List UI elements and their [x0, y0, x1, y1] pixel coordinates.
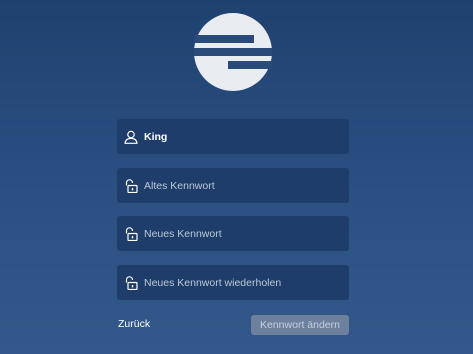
app-logo	[194, 13, 272, 91]
lock-icon	[123, 275, 138, 290]
back-link[interactable]: Zurück	[118, 318, 150, 330]
new-password-field[interactable]: Neues Kennwort	[117, 216, 349, 251]
old-password-placeholder: Altes Kennwort	[144, 179, 215, 192]
change-password-button[interactable]: Kennwort ändern	[251, 315, 349, 335]
username-field[interactable]: King	[117, 119, 349, 154]
user-icon	[123, 129, 138, 144]
repeat-password-field[interactable]: Neues Kennwort wiederholen	[117, 265, 349, 300]
new-password-placeholder: Neues Kennwort	[144, 227, 222, 240]
lock-icon	[123, 178, 138, 193]
logo-icon	[194, 13, 272, 91]
lock-icon	[123, 226, 138, 241]
repeat-password-placeholder: Neues Kennwort wiederholen	[144, 276, 282, 289]
username-value: King	[144, 130, 168, 143]
old-password-field[interactable]: Altes Kennwort	[117, 168, 349, 203]
